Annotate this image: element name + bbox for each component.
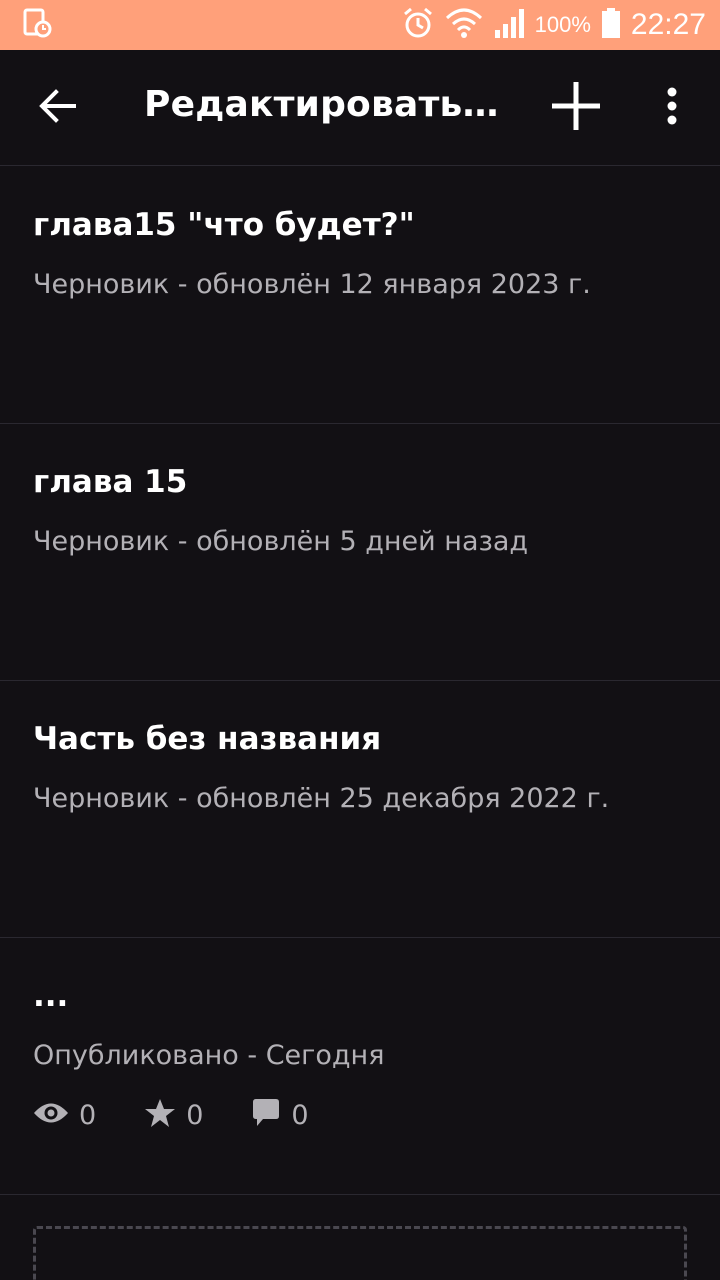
part-item[interactable]: глава 15 Черновик - обновлён 5 дней наза… xyxy=(0,424,720,681)
part-status: Черновик - обновлён 12 января 2023 г. xyxy=(33,269,591,300)
views-stat: 0 xyxy=(33,1100,96,1131)
views-count: 0 xyxy=(79,1099,97,1131)
signal-icon xyxy=(493,6,527,44)
part-title: глава15 "что будет?" xyxy=(33,207,415,243)
part-item[interactable]: ... Опубликовано - Сегодня 0 0 0 xyxy=(0,938,720,1195)
back-arrow-icon xyxy=(38,86,78,130)
comments-count: 0 xyxy=(291,1099,309,1131)
page-title: Редактировать и... xyxy=(144,84,504,125)
part-title: Часть без названия xyxy=(33,721,382,757)
plus-icon xyxy=(550,80,602,136)
part-title: глава 15 xyxy=(33,464,188,500)
battery-percent: 100% xyxy=(534,12,591,37)
part-status: Опубликовано - Сегодня xyxy=(33,1040,385,1071)
part-status: Черновик - обновлён 5 дней назад xyxy=(33,526,529,557)
alarm-icon xyxy=(401,6,435,44)
comments-stat: 0 xyxy=(251,1098,309,1132)
wifi-icon xyxy=(445,6,483,44)
status-bar: 100% 22:27 xyxy=(0,0,720,50)
back-button[interactable] xyxy=(28,78,88,138)
app-bar: Редактировать и... xyxy=(0,50,720,166)
star-icon xyxy=(144,1098,176,1132)
new-part-placeholder[interactable] xyxy=(33,1226,687,1280)
screen-record-icon xyxy=(22,7,54,43)
part-title: ... xyxy=(33,978,69,1014)
part-stats: 0 0 0 xyxy=(33,1098,357,1132)
battery-icon xyxy=(601,7,621,43)
more-options-button[interactable] xyxy=(646,76,698,140)
votes-stat: 0 xyxy=(144,1098,203,1132)
clock: 22:27 xyxy=(630,8,706,41)
part-list: глава15 "что будет?" Черновик - обновлён… xyxy=(0,167,720,1195)
comment-icon xyxy=(251,1098,281,1132)
add-part-button[interactable] xyxy=(544,76,608,140)
more-vert-icon xyxy=(666,86,678,130)
part-item[interactable]: Часть без названия Черновик - обновлён 2… xyxy=(0,681,720,938)
eye-icon xyxy=(33,1100,69,1130)
votes-count: 0 xyxy=(186,1099,204,1131)
part-item[interactable]: глава15 "что будет?" Черновик - обновлён… xyxy=(0,167,720,424)
part-status: Черновик - обновлён 25 декабря 2022 г. xyxy=(33,783,610,814)
